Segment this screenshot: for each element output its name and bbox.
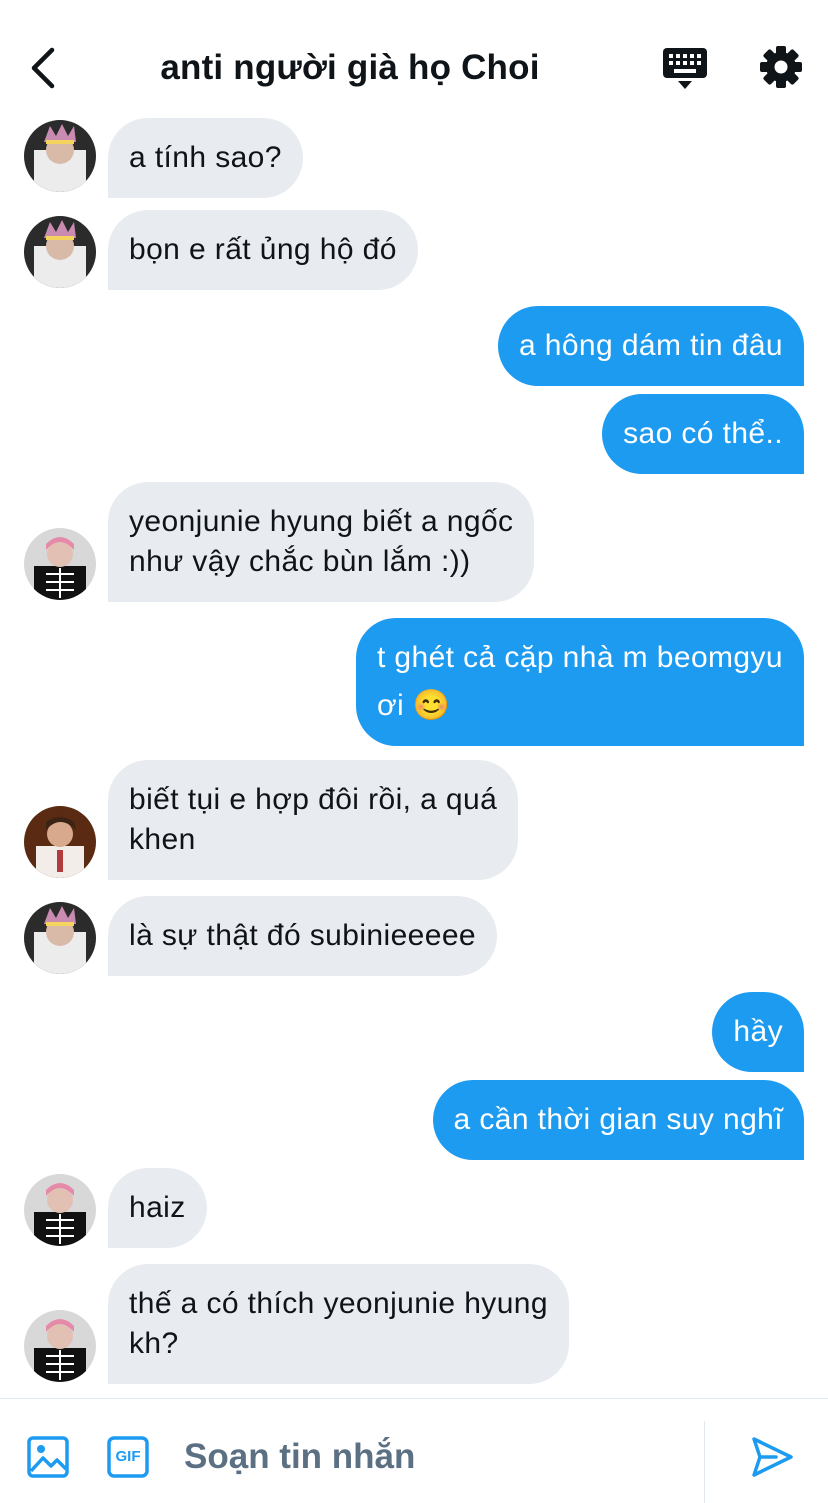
add-gif-button[interactable]: GIF (106, 1435, 150, 1479)
composer-divider (704, 1421, 705, 1503)
message-bubble[interactable]: haiz (108, 1168, 207, 1248)
message-bubble[interactable]: a hông dám tin đâu (497, 306, 804, 386)
message-incoming: yeonjunie hyung biết a ngốc như vậy chắc… (0, 482, 828, 602)
message-bubble[interactable]: bọn e rất ủng hộ đó (108, 210, 418, 290)
message-input[interactable] (184, 1425, 684, 1489)
keyboard-icon (663, 48, 707, 89)
message-list[interactable]: a tính sao? bọn e rất ủng hộ đó a hông d… (0, 118, 828, 1398)
message-outgoing: hầy (0, 992, 828, 1072)
settings-button[interactable] (756, 42, 806, 92)
gear-icon (760, 46, 802, 88)
back-button[interactable] (22, 44, 70, 92)
message-bubble[interactable]: là sự thật đó subinieeeee (108, 896, 497, 976)
message-incoming: là sự thật đó subinieeeee (0, 896, 828, 976)
avatar[interactable] (24, 216, 96, 288)
gif-label: GIF (115, 1448, 141, 1465)
avatar[interactable] (24, 120, 96, 192)
message-bubble[interactable]: biết tụi e hợp đôi rồi, a quá khen (108, 760, 519, 880)
conversation-title[interactable]: anti người già họ Choi (130, 44, 570, 92)
message-incoming: haiz (0, 1168, 828, 1248)
keyboard-toggle-button[interactable] (660, 44, 710, 92)
message-outgoing: t ghét cả cặp nhà m beomgyu ơi 😊 (0, 618, 828, 750)
message-outgoing: sao có thể.. (0, 394, 828, 474)
message-bubble[interactable]: t ghét cả cặp nhà m beomgyu ơi 😊 (355, 618, 804, 746)
message-bubble[interactable]: a tính sao? (108, 118, 303, 198)
add-image-button[interactable] (26, 1435, 70, 1479)
message-incoming: biết tụi e hợp đôi rồi, a quá khen (0, 760, 828, 880)
send-button[interactable] (748, 1433, 796, 1481)
message-bubble[interactable]: hầy (712, 992, 804, 1072)
conversation-header: anti người già họ Choi (0, 0, 828, 118)
message-bubble[interactable]: a cần thời gian suy nghĩ (432, 1080, 804, 1160)
avatar[interactable] (24, 1174, 96, 1246)
message-bubble[interactable]: yeonjunie hyung biết a ngốc như vậy chắc… (108, 482, 535, 602)
message-bubble[interactable]: thế a có thích yeonjunie hyung kh? (108, 1264, 569, 1384)
message-incoming: bọn e rất ủng hộ đó (0, 210, 828, 290)
message-incoming: a tính sao? (0, 118, 828, 198)
image-icon (27, 1436, 69, 1478)
message-composer: GIF (0, 1398, 828, 1503)
message-outgoing: a hông dám tin đâu (0, 306, 828, 386)
avatar[interactable] (24, 528, 96, 600)
avatar[interactable] (24, 902, 96, 974)
message-bubble[interactable]: sao có thể.. (602, 394, 804, 474)
message-incoming: thế a có thích yeonjunie hyung kh? (0, 1264, 828, 1384)
avatar[interactable] (24, 1310, 96, 1382)
message-outgoing: a cần thời gian suy nghĩ (0, 1080, 828, 1160)
send-icon (752, 1437, 793, 1477)
avatar[interactable] (24, 806, 96, 878)
back-arrow-icon (31, 47, 55, 89)
